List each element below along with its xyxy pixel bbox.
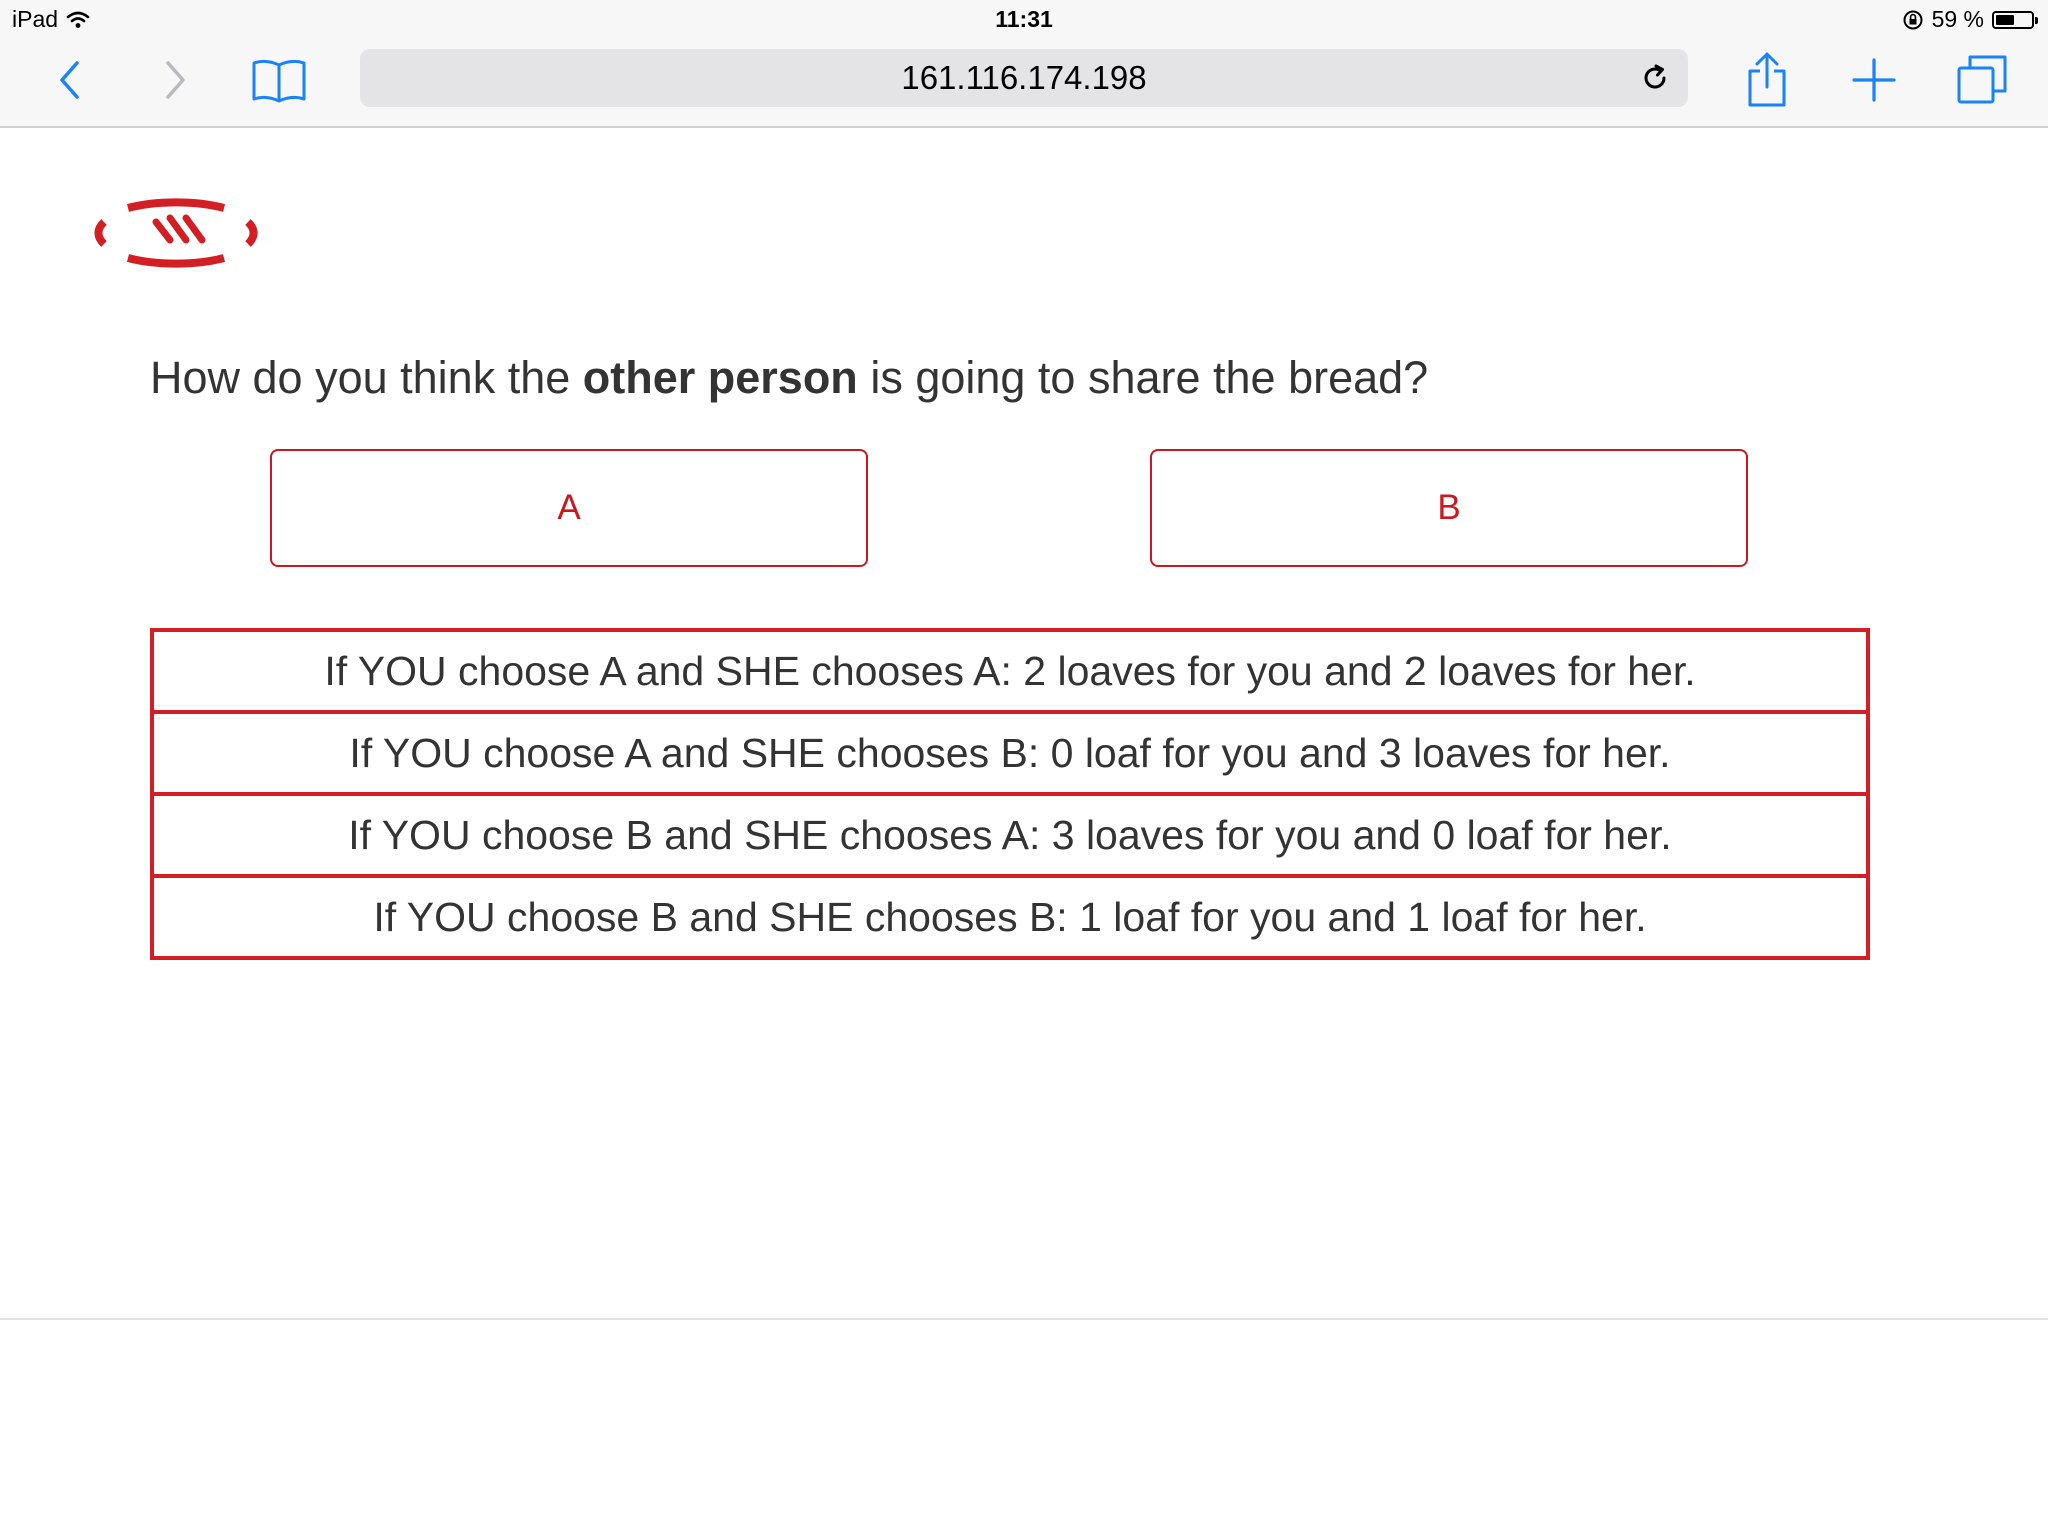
status-right: 59 % (1902, 6, 2038, 33)
question-suffix: is going to share the bread? (857, 352, 1429, 403)
table-row: If YOU choose A and SHE chooses B: 0 loa… (150, 710, 1870, 796)
question-text: How do you think the other person is goi… (150, 352, 1428, 404)
reload-icon (1644, 64, 1666, 89)
payoff-cell: If YOU choose A and SHE chooses A: 2 loa… (150, 628, 1870, 714)
divider (0, 1318, 2048, 1320)
battery-percent: 59 % (1931, 6, 1984, 32)
bookmarks-button[interactable] (249, 50, 309, 110)
bookmarks-icon (252, 59, 306, 103)
question-emphasis: other person (582, 352, 858, 403)
share-icon (1748, 52, 1786, 107)
orientation-lock-icon (1903, 10, 1923, 29)
tabs-button[interactable] (1952, 50, 2012, 110)
share-button[interactable] (1737, 50, 1797, 110)
back-icon (60, 61, 79, 99)
tabs-icon (1957, 55, 2007, 104)
browser-chrome: iPad 11:31 59 % 161.116.174.198 (0, 0, 2048, 128)
payoff-table: If YOU choose A and SHE chooses A: 2 loa… (150, 628, 1870, 960)
choice-b-button[interactable]: B (1150, 449, 1748, 567)
status-time: 11:31 (995, 6, 1053, 32)
url-text: 161.116.174.198 (901, 59, 1147, 96)
new-tab-icon (1852, 58, 1896, 102)
table-row: If YOU choose B and SHE chooses B: 1 loa… (150, 874, 1870, 960)
question-prefix: How do you think the (150, 352, 583, 403)
payoff-cell: If YOU choose A and SHE chooses B: 0 loa… (150, 710, 1870, 796)
battery-icon (1992, 10, 2038, 29)
choice-a-button[interactable]: A (270, 449, 868, 567)
new-tab-button[interactable] (1844, 50, 1904, 110)
address-bar[interactable]: 161.116.174.198 (360, 49, 1688, 107)
back-button[interactable] (40, 50, 100, 110)
forward-icon (166, 61, 185, 99)
battery-level (1996, 14, 2015, 25)
payoff-cell: If YOU choose B and SHE chooses B: 1 loa… (150, 874, 1870, 960)
forward-button[interactable] (145, 50, 205, 110)
logo (94, 198, 258, 268)
table-row: If YOU choose A and SHE chooses A: 2 loa… (150, 628, 1870, 714)
payoff-cell: If YOU choose B and SHE chooses A: 3 loa… (150, 792, 1870, 878)
reload-button[interactable] (1638, 61, 1672, 95)
table-row: If YOU choose B and SHE chooses A: 3 loa… (150, 792, 1870, 878)
